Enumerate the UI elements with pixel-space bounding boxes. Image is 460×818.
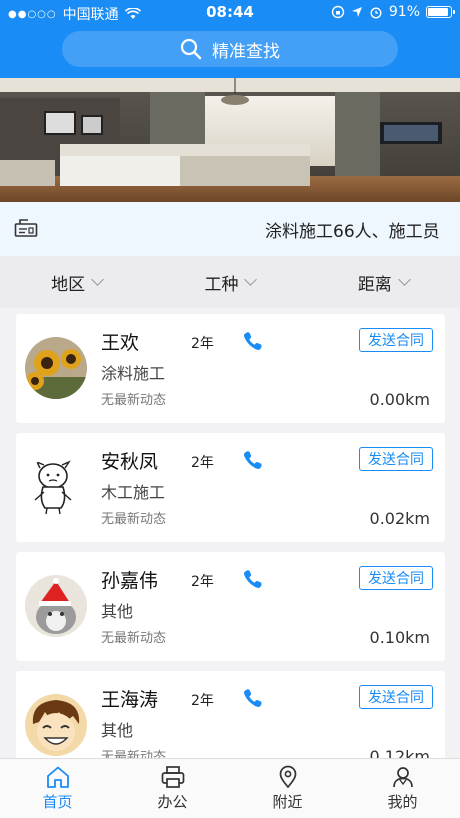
worker-card[interactable]: 孙嘉伟 2年 其他 无最新动态 发送合同 0.10km (16, 552, 445, 661)
search-bar[interactable]: 精准查找 (62, 31, 398, 67)
phone-icon[interactable] (243, 569, 263, 589)
phone-icon[interactable] (243, 688, 263, 708)
worker-distance: 0.10km (369, 628, 430, 647)
filter-bar: 地区 工种 距离 (0, 256, 460, 308)
notice-icon (14, 219, 38, 237)
send-contract-button[interactable]: 发送合同 (359, 566, 433, 590)
filter-label: 地区 (51, 274, 86, 295)
experience-years: 2年 (191, 574, 214, 590)
tab-nearby[interactable]: 附近 (230, 759, 345, 818)
worker-name: 王海涛 (101, 689, 159, 711)
send-contract-button[interactable]: 发送合同 (359, 328, 433, 352)
tab-label: 首页 (42, 793, 73, 811)
app-header: ●●○○○ 中国联通 08:44 91% 精准查找 (0, 0, 460, 78)
experience-years: 2年 (191, 336, 214, 352)
location-icon (279, 765, 296, 789)
worker-distance: 0.00km (369, 390, 430, 409)
profile-icon (392, 767, 413, 788)
bottom-tab-bar: 首页 办公 附近 我的 (0, 758, 460, 818)
rotation-lock-icon (331, 5, 345, 19)
worker-trade: 木工施工 (101, 483, 166, 502)
worker-card[interactable]: 王海涛 2年 其他 无最新动态 发送合同 0.12km (16, 671, 445, 758)
chevron-down-icon (397, 273, 411, 286)
worker-card[interactable]: 王欢 2年 涂料施工 无最新动态 发送合同 0.00km (16, 314, 445, 423)
filter-label: 工种 (204, 274, 239, 295)
worker-distance: 0.12km (369, 747, 430, 758)
avatar (25, 694, 87, 756)
notice-bar[interactable]: 涂料施工66人、施工员 (0, 202, 460, 256)
search-label: 精准查找 (212, 41, 280, 62)
promo-banner[interactable] (0, 78, 460, 202)
phone-icon[interactable] (243, 450, 263, 470)
send-contract-button[interactable]: 发送合同 (359, 447, 433, 471)
chevron-down-icon (91, 273, 105, 286)
worker-trade: 其他 (101, 721, 134, 740)
tab-home[interactable]: 首页 (0, 759, 115, 818)
worker-name: 王欢 (101, 332, 140, 354)
worker-trade: 其他 (101, 602, 134, 621)
tab-office[interactable]: 办公 (115, 759, 230, 818)
filter-trade[interactable]: 工种 (153, 256, 306, 308)
tab-label: 办公 (157, 793, 188, 811)
notice-text: 涂料施工66人、施工员 (265, 222, 440, 242)
tab-mine[interactable]: 我的 (345, 759, 460, 818)
worker-distance: 0.02km (369, 509, 430, 528)
worker-status: 无最新动态 (101, 393, 167, 408)
home-icon (46, 766, 69, 788)
avatar (25, 337, 87, 399)
worker-name: 安秋凤 (101, 451, 159, 473)
battery-icon (426, 6, 455, 18)
tab-label: 附近 (272, 793, 303, 811)
filter-region[interactable]: 地区 (0, 256, 153, 308)
worker-trade: 涂料施工 (101, 364, 166, 383)
worker-status: 无最新动态 (101, 631, 167, 646)
avatar (25, 575, 87, 637)
worker-list: 王欢 2年 涂料施工 无最新动态 发送合同 0.00km 安秋凤 2年 木工施工… (0, 314, 460, 758)
experience-years: 2年 (191, 693, 214, 709)
battery-percent: 91% (388, 4, 420, 20)
worker-name: 孙嘉伟 (101, 570, 159, 592)
chevron-down-icon (244, 273, 258, 286)
alarm-icon (370, 7, 382, 19)
worker-status: 无最新动态 (101, 750, 167, 758)
phone-icon[interactable] (243, 331, 263, 351)
send-contract-button[interactable]: 发送合同 (359, 685, 433, 709)
worker-status: 无最新动态 (101, 512, 167, 527)
printer-icon (161, 766, 184, 788)
worker-card[interactable]: 安秋凤 2年 木工施工 无最新动态 发送合同 0.02km (16, 433, 445, 542)
tab-label: 我的 (387, 793, 418, 811)
status-bar: ●●○○○ 中国联通 08:44 91% (0, 0, 460, 26)
search-icon (180, 38, 202, 60)
avatar (25, 456, 87, 518)
experience-years: 2年 (191, 455, 214, 471)
filter-label: 距离 (357, 274, 392, 295)
filter-distance[interactable]: 距离 (307, 256, 460, 308)
location-arrow-icon (351, 7, 362, 17)
